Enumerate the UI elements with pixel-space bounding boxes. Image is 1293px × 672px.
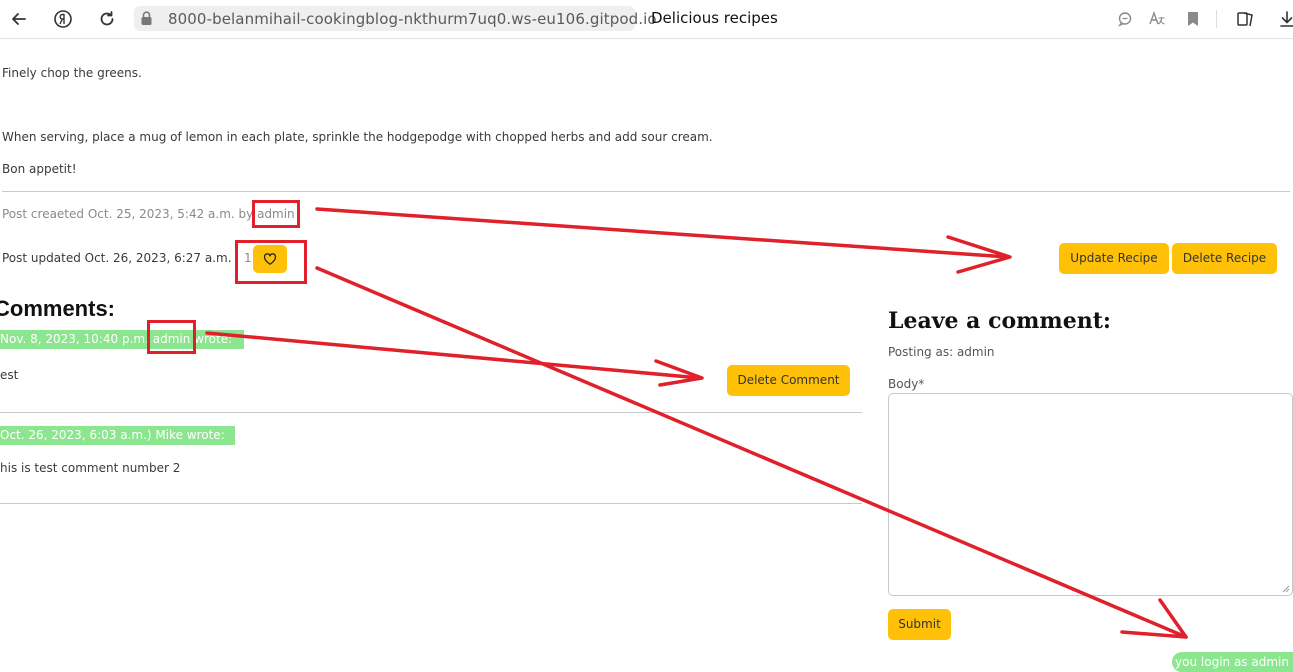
url-text: 8000-belanmihail-cookingblog-nkthurm7uq0… [168,10,657,28]
comment-body: his is test comment number 2 [0,461,181,475]
login-prefix: you login as [1175,655,1252,669]
divider [0,412,862,413]
annotation-arrow [205,331,702,380]
translate-icon[interactable] [1148,10,1166,28]
post-updated-text: Post updated Oct. 26, 2023, 6:27 a.m. [2,251,232,265]
browser-toolbar: 8000-belanmihail-cookingblog-nkthurm7uq0… [0,0,1293,39]
leave-comment-heading: Leave a comment: [888,308,1111,334]
bookmark-icon[interactable] [1184,10,1202,28]
yandex-logo-icon[interactable] [53,9,73,29]
comment-wrote: wrote: [194,332,233,346]
login-user: admin [1251,655,1289,669]
reload-icon[interactable] [97,9,117,29]
annotation-arrow [315,207,1010,259]
divider [2,191,1290,192]
comment-meta: Oct. 26, 2023, 6:03 a.m.) Mike wrote: [0,426,235,445]
delete-comment-button[interactable]: Delete Comment [727,365,850,396]
login-status-badge: you login as admin [1172,652,1293,672]
download-icon[interactable] [1278,10,1293,28]
comment-body: est [0,368,19,382]
comment-meta-text: Oct. 26, 2023, 6:03 a.m.) Mike wrote: [0,428,225,442]
comment-body-textarea[interactable] [888,393,1293,596]
resize-handle-icon[interactable] [1282,585,1290,593]
divider [0,503,862,504]
comment-date: Nov. 8, 2023, 10:40 p.m. [0,332,149,346]
chat-icon[interactable] [1116,10,1134,28]
address-bar[interactable]: 8000-belanmihail-cookingblog-nkthurm7uq0… [134,6,657,31]
post-created-line: Post creaeted Oct. 25, 2023, 5:42 a.m. b… [2,207,295,221]
delete-recipe-button[interactable]: Delete Recipe [1172,243,1277,274]
annotation-arrowhead [946,235,1012,274]
update-recipe-button[interactable]: Update Recipe [1059,243,1169,274]
annotation-arrowhead [1120,598,1188,639]
comments-heading: Comments: [0,296,116,321]
submit-button[interactable]: Submit [888,609,951,640]
posting-as-text: Posting as: admin [888,345,995,359]
recipe-closing: Bon appetit! [2,162,77,176]
page-title: Delicious recipes [651,9,778,27]
annotation-box [235,240,307,284]
annotation-arrowhead [654,359,704,387]
recipe-step-chop: Finely chop the greens. [2,66,142,80]
body-label: Body* [888,377,925,391]
annotation-box [252,200,300,228]
post-created-text: Post creaeted Oct. 25, 2023, 5:42 a.m. b… [2,207,258,221]
collections-icon[interactable] [1236,10,1254,28]
back-arrow-icon[interactable] [9,9,29,29]
toolbar-divider [1216,10,1217,28]
recipe-step-serve: When serving, place a mug of lemon in ea… [2,130,713,144]
comment-meta: Nov. 8, 2023, 10:40 p.m. admin wrote: [0,330,244,349]
lock-icon [141,11,152,25]
annotation-box [147,320,196,354]
